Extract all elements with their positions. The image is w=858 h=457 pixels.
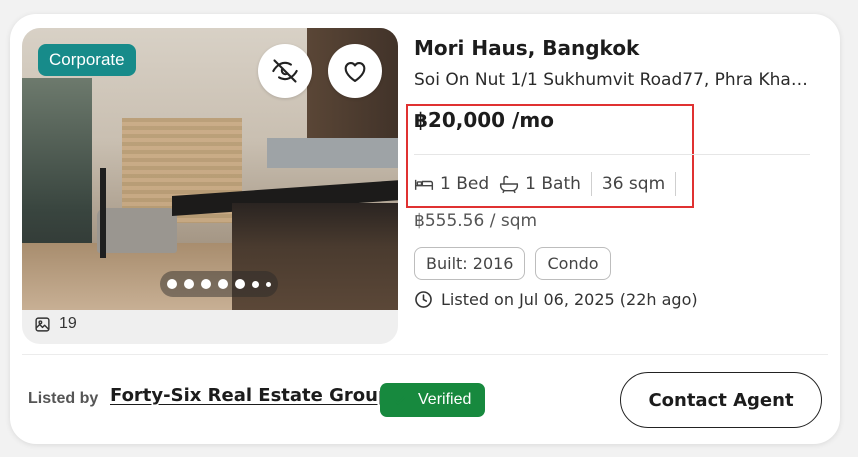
check-icon xyxy=(394,395,406,405)
listing-address: Soi On Nut 1/1 Sukhumvit Road77, Phra Kh… xyxy=(414,70,810,90)
tag-property-type: Condo xyxy=(535,247,611,280)
photo-lamp xyxy=(100,168,106,258)
spec-beds-label: 1 Bed xyxy=(440,174,490,194)
listing-specs: 1 Bed 1 Bath 36 sqm xyxy=(414,171,686,197)
corporate-badge: Corporate xyxy=(38,44,136,76)
photo-hood xyxy=(267,138,398,168)
spec-area: 36 sqm xyxy=(602,174,665,194)
tag-built-year: Built: 2016 xyxy=(414,247,526,280)
photo-sofa xyxy=(97,208,177,253)
carousel-dot[interactable] xyxy=(235,279,245,289)
spec-baths: 1 Bath xyxy=(499,174,581,194)
carousel-dot[interactable] xyxy=(167,279,177,289)
spec-divider xyxy=(675,172,677,196)
image-icon xyxy=(35,316,50,332)
spec-beds: 1 Bed xyxy=(414,174,489,194)
carousel-dot[interactable] xyxy=(201,279,211,289)
listing-gallery[interactable]: Corporate 19 xyxy=(22,28,398,344)
agency-link[interactable]: Forty-Six Real Estate Group xyxy=(110,385,391,406)
listing-title[interactable]: Mori Haus, Bangkok xyxy=(414,36,639,60)
divider xyxy=(414,154,810,155)
listing-tags: Built: 2016 Condo xyxy=(414,247,611,280)
listed-date: Listed on Jul 06, 2025 (22h ago) xyxy=(414,290,698,309)
listing-photo[interactable]: Corporate xyxy=(22,28,398,310)
carousel-dot[interactable] xyxy=(252,280,259,288)
listing-price: ฿20,000 /mo xyxy=(414,108,554,132)
contact-agent-button[interactable]: Contact Agent xyxy=(620,372,822,428)
spec-divider xyxy=(590,172,592,196)
hide-listing-button[interactable] xyxy=(258,44,312,98)
heart-icon xyxy=(344,62,366,82)
spec-baths-label: 1 Bath xyxy=(525,174,581,194)
carousel-dots xyxy=(160,271,278,297)
photo-count: 19 xyxy=(34,315,77,333)
favorite-button[interactable] xyxy=(328,44,382,98)
clock-icon xyxy=(415,291,432,308)
bed-icon xyxy=(414,179,434,190)
carousel-dot[interactable] xyxy=(218,279,228,289)
eye-off-icon xyxy=(272,59,298,83)
listed-by-label: Listed by xyxy=(28,390,99,407)
spec-area-label: 36 sqm xyxy=(601,174,666,194)
carousel-dot[interactable] xyxy=(184,279,194,289)
photo-count-value: 19 xyxy=(59,315,77,332)
price-per-sqm: ฿555.56 / sqm xyxy=(414,211,538,231)
verified-badge: Verified xyxy=(380,383,485,417)
bathtub-icon xyxy=(500,175,519,194)
verified-label: Verified xyxy=(418,391,472,408)
listed-date-text: Listed on Jul 06, 2025 (22h ago) xyxy=(441,290,698,309)
divider xyxy=(22,354,828,355)
carousel-dot[interactable] xyxy=(266,281,271,287)
